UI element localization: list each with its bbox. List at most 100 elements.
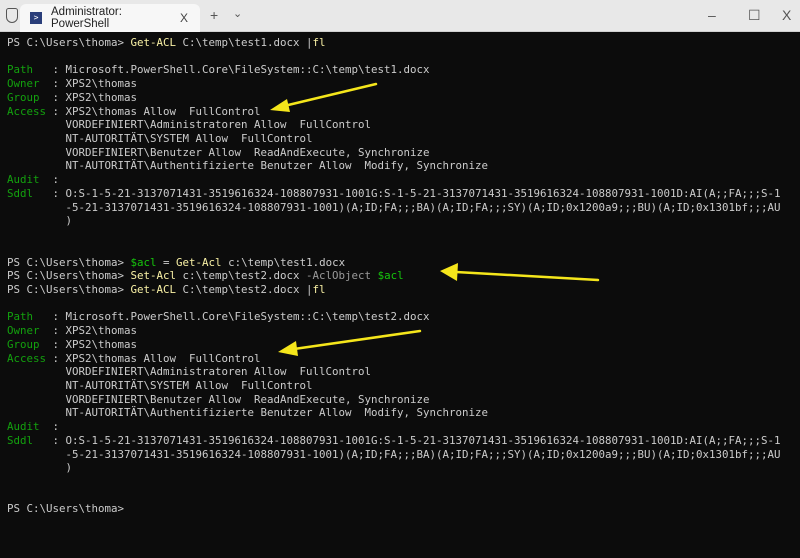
- terminal-line: Group : XPS2\thomas: [7, 91, 781, 105]
- close-button[interactable]: X: [782, 7, 791, 23]
- terminal-text: Group: [7, 90, 40, 104]
- terminal-text: Audit: [7, 420, 40, 434]
- terminal-text: Audit: [7, 173, 40, 187]
- terminal-line: NT-AUTORITÄT\SYSTEM Allow FullControl: [7, 379, 781, 393]
- terminal-text: Sddl: [7, 186, 34, 200]
- terminal-line: PS C:\Users\thoma> Get-ACL C:\temp\test1…: [7, 36, 781, 50]
- maximize-button[interactable]: ☐: [748, 7, 761, 24]
- tab-close-button[interactable]: X: [180, 11, 188, 25]
- terminal-text: Access: [7, 104, 47, 118]
- terminal-text: NT-AUTORITÄT\SYSTEM Allow FullControl: [7, 378, 313, 392]
- terminal-line: ): [7, 214, 781, 228]
- terminal-text: c:\temp\test2.docx: [176, 269, 307, 283]
- terminal-line: VORDEFINIERT\Benutzer Allow ReadAndExecu…: [7, 393, 781, 407]
- terminal-text: : XPS2\thomas Allow FullControl: [46, 104, 261, 118]
- terminal-text: $acl: [130, 255, 157, 269]
- terminal-output[interactable]: PS C:\Users\thoma> Get-ACL C:\temp\test1…: [7, 36, 781, 516]
- terminal-text: VORDEFINIERT\Administratoren Allow FullC…: [7, 118, 372, 132]
- terminal-text: c:\temp\test1.docx: [221, 255, 346, 269]
- terminal-line: PS C:\Users\thoma> $acl = Get-Acl c:\tem…: [7, 256, 781, 270]
- terminal-text: -AclObject: [306, 269, 372, 283]
- terminal-text: Get-ACL: [130, 282, 177, 296]
- terminal-line: PS C:\Users\thoma>: [7, 502, 781, 516]
- terminal-text: :: [39, 420, 60, 434]
- terminal-text: : XPS2\thomas Allow FullControl: [46, 351, 261, 365]
- terminal-text: -5-21-3137071431-3519616324-108807931-10…: [7, 447, 781, 461]
- terminal-line: -5-21-3137071431-3519616324-108807931-10…: [7, 448, 781, 462]
- terminal-text: : XPS2\thomas: [39, 77, 138, 91]
- terminal-text: ): [7, 461, 73, 475]
- terminal-text: Set-Acl: [130, 269, 177, 283]
- terminal-text: ): [7, 214, 73, 228]
- terminal-line: Sddl : O:S-1-5-21-3137071431-3519616324-…: [7, 434, 781, 448]
- terminal-line: VORDEFINIERT\Administratoren Allow FullC…: [7, 118, 781, 132]
- terminal-line: Sddl : O:S-1-5-21-3137071431-3519616324-…: [7, 187, 781, 201]
- terminal-text: Get-Acl: [176, 255, 222, 269]
- terminal-text: fl: [312, 36, 326, 49]
- terminal-text: C:\temp\test1.docx |: [176, 36, 313, 49]
- terminal-text: Access: [7, 351, 47, 365]
- shield-icon: [6, 8, 18, 23]
- terminal-text: PS C:\Users\thoma>: [7, 502, 131, 516]
- terminal-line: ): [7, 461, 781, 475]
- terminal-line: Group : XPS2\thomas: [7, 338, 781, 352]
- terminal-text: VORDEFINIERT\Benutzer Allow ReadAndExecu…: [7, 145, 430, 159]
- terminal-text: Group: [7, 337, 40, 351]
- terminal-text: C:\temp\test2.docx |: [176, 282, 313, 296]
- terminal-text: Sddl: [7, 433, 34, 447]
- terminal-text: fl: [312, 282, 326, 296]
- terminal-line: PS C:\Users\thoma> Get-ACL C:\temp\test2…: [7, 283, 781, 297]
- terminal-line: Path : Microsoft.PowerShell.Core\FileSys…: [7, 63, 781, 77]
- terminal-line: Audit :: [7, 173, 781, 187]
- terminal-line: VORDEFINIERT\Administratoren Allow FullC…: [7, 365, 781, 379]
- terminal-text: -5-21-3137071431-3519616324-108807931-10…: [7, 200, 781, 214]
- terminal-text: Path: [7, 310, 34, 324]
- terminal-text: NT-AUTORITÄT\Authentifizierte Benutzer A…: [7, 159, 489, 173]
- terminal-line: Access : XPS2\thomas Allow FullControl: [7, 105, 781, 119]
- tab-powershell[interactable]: > Administrator: PowerShell X: [20, 4, 200, 32]
- terminal-line: VORDEFINIERT\Benutzer Allow ReadAndExecu…: [7, 146, 781, 160]
- terminal-text: : XPS2\thomas: [39, 324, 138, 338]
- terminal-text: :: [39, 173, 60, 187]
- terminal-text: VORDEFINIERT\Administratoren Allow FullC…: [7, 365, 372, 379]
- terminal-line: -5-21-3137071431-3519616324-108807931-10…: [7, 201, 781, 215]
- terminal-line: NT-AUTORITÄT\Authentifizierte Benutzer A…: [7, 406, 781, 420]
- terminal-line: Path : Microsoft.PowerShell.Core\FileSys…: [7, 310, 781, 324]
- terminal-line: NT-AUTORITÄT\SYSTEM Allow FullControl: [7, 132, 781, 146]
- new-tab-button[interactable]: +: [210, 7, 218, 23]
- terminal-text: PS C:\Users\thoma>: [7, 269, 131, 283]
- terminal-line: Access : XPS2\thomas Allow FullControl: [7, 352, 781, 366]
- terminal-text: : O:S-1-5-21-3137071431-3519616324-10880…: [33, 433, 781, 447]
- terminal-text: : XPS2\thomas: [39, 90, 138, 104]
- terminal-text: Path: [7, 63, 34, 77]
- terminal-text: Owner: [7, 77, 40, 91]
- terminal-text: $acl: [377, 269, 404, 283]
- terminal-text: =: [156, 255, 177, 269]
- terminal-text: Owner: [7, 324, 40, 338]
- terminal-text: : Microsoft.PowerShell.Core\FileSystem::…: [33, 310, 430, 324]
- terminal-text: NT-AUTORITÄT\SYSTEM Allow FullControl: [7, 132, 313, 146]
- terminal-line: Audit :: [7, 420, 781, 434]
- terminal-line: NT-AUTORITÄT\Authentifizierte Benutzer A…: [7, 159, 781, 173]
- terminal-line: Owner : XPS2\thomas: [7, 324, 781, 338]
- terminal-text: : O:S-1-5-21-3137071431-3519616324-10880…: [33, 186, 781, 200]
- terminal-text: PS C:\Users\thoma>: [7, 255, 131, 269]
- terminal-text: PS C:\Users\thoma>: [7, 36, 131, 49]
- terminal-line: PS C:\Users\thoma> Set-Acl c:\temp\test2…: [7, 269, 781, 283]
- title-bar: > Administrator: PowerShell X + ⌄ – ☐ X: [0, 0, 800, 32]
- terminal-text: PS C:\Users\thoma>: [7, 282, 131, 296]
- tab-title: Administrator: PowerShell: [51, 6, 122, 30]
- minimize-button[interactable]: –: [708, 7, 716, 23]
- terminal-text: Get-ACL: [130, 36, 177, 49]
- terminal-text: : XPS2\thomas: [39, 337, 138, 351]
- powershell-icon: >: [30, 12, 42, 24]
- terminal-text: VORDEFINIERT\Benutzer Allow ReadAndExecu…: [7, 392, 430, 406]
- terminal-text: NT-AUTORITÄT\Authentifizierte Benutzer A…: [7, 406, 489, 420]
- dropdown-button[interactable]: ⌄: [233, 7, 242, 20]
